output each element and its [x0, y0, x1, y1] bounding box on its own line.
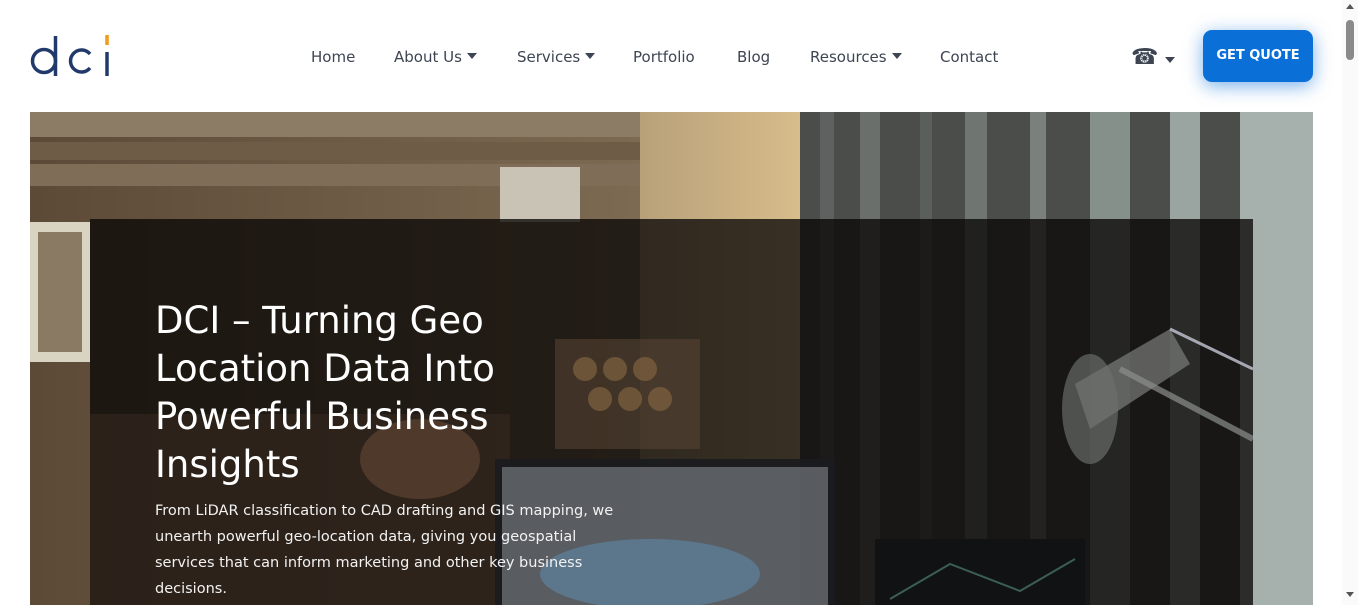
- hero-section: DCI – Turning Geo Location Data Into Pow…: [30, 112, 1313, 605]
- nav-blog-label: Blog: [737, 48, 771, 66]
- dci-logo[interactable]: [30, 30, 112, 80]
- scroll-thumb[interactable]: [1346, 20, 1354, 60]
- nav-home-label: Home: [311, 48, 356, 66]
- get-quote-button[interactable]: GET QUOTE: [1203, 30, 1313, 82]
- nav-home[interactable]: Home: [311, 46, 355, 68]
- scroll-up-arrow-icon[interactable]: [1346, 4, 1354, 9]
- site-header: Home About Us Services Portfolio Blog Re…: [0, 0, 1342, 112]
- nav-resources-label: Resources: [810, 48, 887, 66]
- nav-services[interactable]: Services: [517, 46, 596, 68]
- scroll-down-arrow-icon[interactable]: [1346, 592, 1354, 597]
- chevron-down-icon: [1165, 57, 1175, 63]
- hero-title: DCI – Turning Geo Location Data Into Pow…: [155, 298, 495, 486]
- chevron-down-icon: [585, 52, 596, 59]
- phone-menu[interactable]: ☎: [1131, 44, 1175, 72]
- scrollbar[interactable]: [1342, 0, 1358, 605]
- nav-resources[interactable]: Resources: [810, 46, 902, 68]
- hero-description: From LiDAR classification to CAD draftin…: [155, 502, 614, 597]
- chevron-down-icon: [891, 52, 902, 59]
- dci-logo-mark: [30, 35, 109, 76]
- nav-blog[interactable]: Blog: [737, 46, 770, 68]
- chevron-down-icon: [466, 52, 477, 59]
- nav-contact-label: Contact: [940, 48, 999, 66]
- nav-about-us[interactable]: About Us: [394, 46, 477, 68]
- nav-portfolio[interactable]: Portfolio: [633, 46, 695, 68]
- phone-icon: ☎: [1131, 45, 1159, 70]
- nav-services-label: Services: [517, 48, 581, 66]
- nav-about-us-label: About Us: [394, 48, 462, 66]
- nav-portfolio-label: Portfolio: [633, 48, 695, 66]
- nav-contact[interactable]: Contact: [940, 46, 998, 68]
